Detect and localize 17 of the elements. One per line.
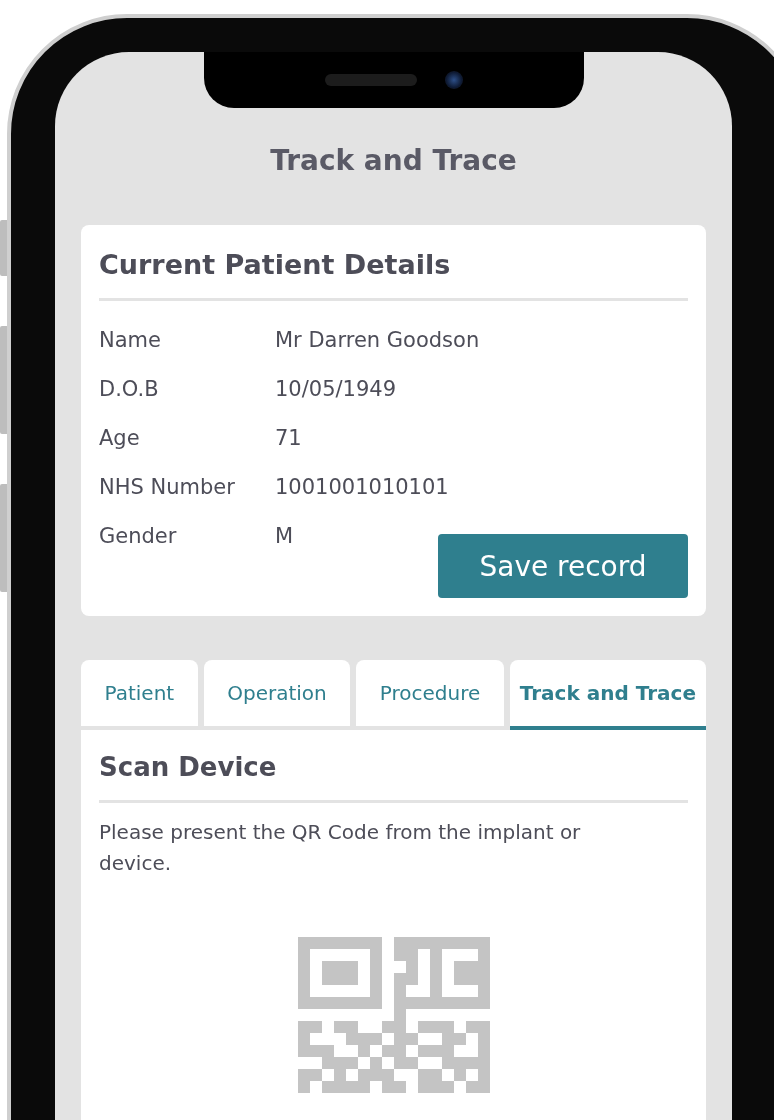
field-label: D.O.B	[99, 376, 160, 401]
camera-lens	[444, 71, 463, 89]
panel-title: Scan Device	[99, 752, 688, 803]
field-value: 71	[275, 425, 302, 450]
field-label: NHS Number	[99, 474, 236, 499]
field-value: M	[275, 523, 294, 548]
field-label: Gender	[99, 523, 178, 548]
field-value: 10/05/1949	[275, 376, 397, 401]
field-label: Age	[99, 425, 141, 450]
screen-title: Track and Trace	[270, 144, 517, 177]
card-title: Current Patient Details	[99, 249, 688, 301]
field-label: Name	[99, 327, 162, 352]
instructions-text: Please present the QR Code from the implant or device.	[99, 819, 582, 877]
tab[interactable]: Track and Trace	[509, 660, 706, 730]
save-record-button[interactable]: Save record	[438, 534, 688, 598]
field-value: 1001001010101	[275, 474, 449, 499]
field-value: Mr Darren Goodson	[275, 327, 480, 352]
